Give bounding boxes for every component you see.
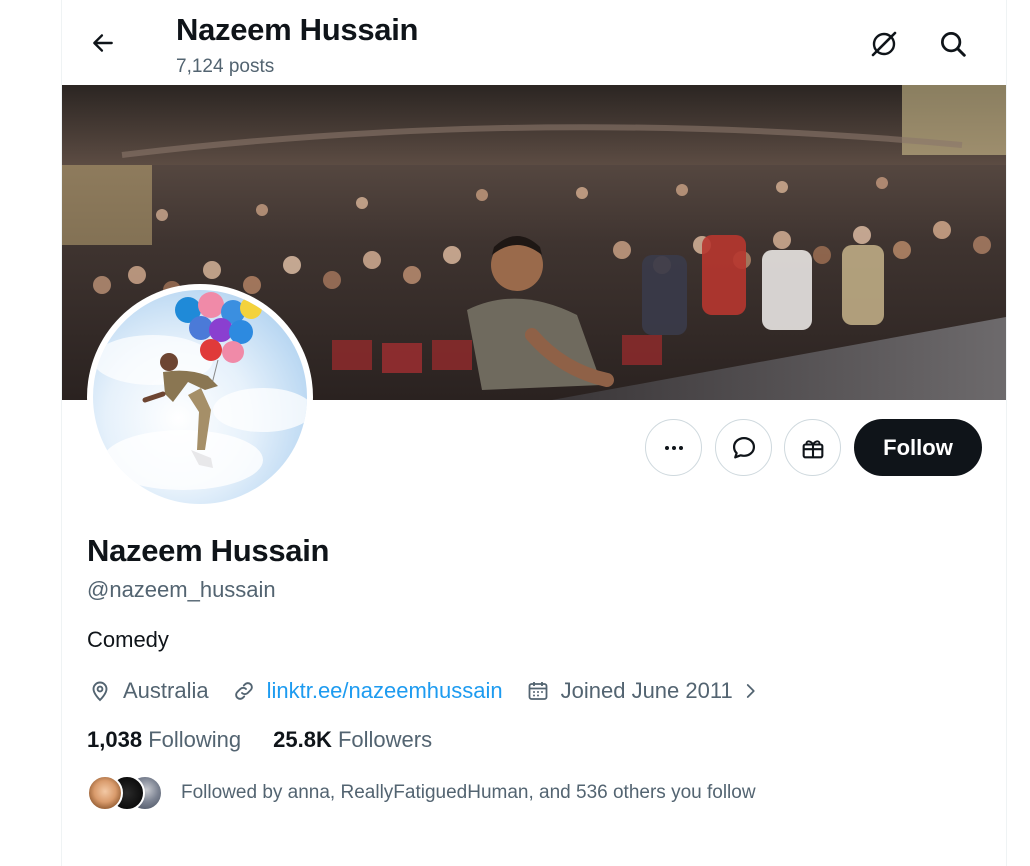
follower-avatars (87, 775, 167, 811)
following-stat[interactable]: 1,038 Following (87, 727, 241, 753)
followers-label: Followers (337, 727, 433, 752)
arrow-left-icon (93, 34, 113, 52)
location-item: Australia (87, 678, 209, 704)
location-text: Australia (123, 678, 209, 703)
avatar-image (93, 290, 307, 504)
more-options-button[interactable] (645, 419, 702, 476)
profile-bio: Comedy (87, 627, 169, 652)
more-horizontal-icon (664, 445, 683, 450)
profile-meta-row: Australia linktr.ee/nazeemhussain Joined… (87, 676, 781, 706)
posts-count: 7,124 posts (176, 56, 275, 77)
profile-avatar[interactable] (87, 284, 313, 510)
grok-button[interactable] (864, 24, 904, 64)
message-icon (732, 436, 755, 458)
followers-count: 25.8K (273, 727, 332, 752)
following-label: Following (148, 727, 242, 752)
header-title: Nazeem Hussain (176, 12, 419, 47)
search-button[interactable] (933, 24, 973, 64)
message-button[interactable] (715, 419, 772, 476)
website-item[interactable]: linktr.ee/nazeemhussain (231, 678, 503, 704)
following-count: 1,038 (87, 727, 143, 752)
back-button[interactable] (84, 24, 122, 62)
followed-by-text: Followed by anna, ReallyFatiguedHuman, a… (181, 782, 756, 803)
calendar-icon (525, 678, 551, 704)
follow-stats: 1,038 Following 25.8K Followers (87, 727, 464, 753)
joined-item[interactable]: Joined June 2011 (525, 678, 759, 704)
follow-button[interactable]: Follow (854, 419, 982, 476)
follower-avatar (87, 775, 123, 811)
followers-stat[interactable]: 25.8K Followers (273, 727, 432, 753)
user-handle: @nazeem_hussain (87, 577, 276, 602)
link-icon (231, 678, 257, 704)
search-icon (941, 32, 966, 57)
followed-by-row[interactable]: Followed by anna, ReallyFatiguedHuman, a… (87, 775, 756, 811)
grok-icon (871, 31, 897, 57)
gift-icon (802, 439, 823, 458)
website-link[interactable]: linktr.ee/nazeemhussain (267, 678, 503, 704)
location-pin-icon (87, 678, 113, 704)
chevron-right-icon (741, 682, 759, 700)
joined-text: Joined June 2011 (560, 678, 733, 703)
display-name: Nazeem Hussain (87, 533, 330, 568)
gift-button[interactable] (784, 419, 841, 476)
